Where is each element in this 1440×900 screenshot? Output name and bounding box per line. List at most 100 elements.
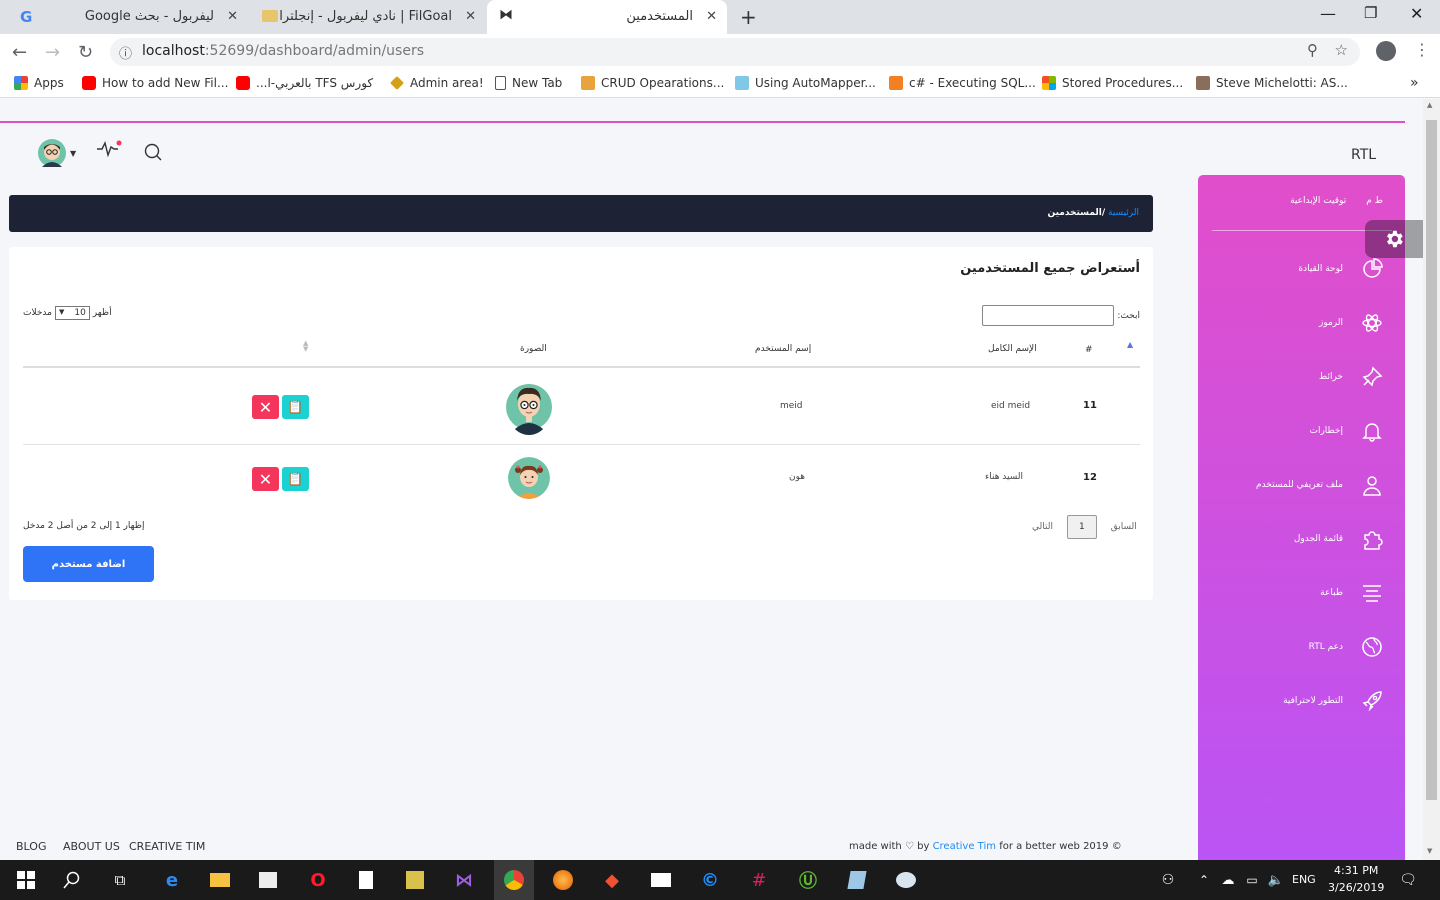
profile-icon[interactable]: [1376, 41, 1396, 61]
close-window-button[interactable]: ✕: [1410, 4, 1423, 23]
browser-tab-users[interactable]: ⧓ المستخدمين ✕: [487, 0, 727, 34]
bookmark-apps[interactable]: Apps: [14, 76, 64, 90]
edit-button[interactable]: 📋: [282, 395, 309, 419]
new-tab-button[interactable]: +: [740, 5, 757, 29]
info-icon: ⓘ: [119, 47, 133, 62]
add-user-button[interactable]: اضافة مستخدم: [23, 546, 154, 582]
pagination-next[interactable]: التالي: [1032, 522, 1053, 532]
fixed-plugin-toggle[interactable]: [1365, 220, 1423, 258]
bookmark-admin[interactable]: Admin area!: [390, 76, 484, 90]
sidebar-item-label: قائمة الجدول: [1293, 534, 1343, 544]
scroll-down-icon[interactable]: ▼: [1427, 847, 1432, 855]
user-menu-toggle[interactable]: ▼: [38, 139, 76, 167]
visual-studio-icon[interactable]: ⋈: [452, 868, 476, 892]
search-input[interactable]: [982, 305, 1115, 326]
footer-link-blog[interactable]: BLOG: [16, 840, 46, 853]
sidebar-item-world[interactable]: دعم RTL: [1309, 636, 1383, 658]
star-icon[interactable]: ☆: [1335, 41, 1348, 59]
microsoft-icon: [1042, 76, 1056, 90]
bookmark-automapper[interactable]: Using AutoMapper...: [735, 76, 876, 90]
reload-icon[interactable]: ↻: [78, 42, 93, 63]
clock-time[interactable]: 4:31 PM: [1334, 864, 1378, 877]
chevron-right-icon[interactable]: »: [1410, 75, 1419, 91]
chevron-up-icon[interactable]: ⌃: [1192, 868, 1216, 892]
delete-button[interactable]: ✕: [252, 467, 279, 491]
search-icon[interactable]: [143, 142, 163, 166]
close-icon[interactable]: ✕: [706, 9, 717, 24]
bookmark-sql[interactable]: c# - Executing SQL...: [889, 76, 1036, 90]
people-icon[interactable]: ⚇: [1156, 868, 1180, 892]
file-explorer-icon[interactable]: [208, 868, 232, 892]
scroll-up-icon[interactable]: ▲: [1427, 101, 1432, 109]
store-icon[interactable]: [256, 868, 280, 892]
scrollbar-thumb[interactable]: [1426, 120, 1437, 800]
notes-icon[interactable]: [845, 868, 869, 892]
notepad-icon[interactable]: [354, 868, 378, 892]
pagination-prev[interactable]: السابق: [1111, 522, 1137, 532]
clock-date[interactable]: 3/26/2019: [1328, 881, 1384, 894]
browser-tab-filgoal[interactable]: FilGoal | نادي ليفربول - إنجلترا ✕: [250, 0, 486, 34]
sidebar-item-chart-pie[interactable]: لوحة القيادة: [1298, 258, 1383, 280]
pagination-page[interactable]: 1: [1066, 515, 1097, 539]
bookmark-stored-procedures[interactable]: Stored Procedures...: [1042, 76, 1183, 90]
opera-icon[interactable]: O: [306, 868, 330, 892]
sidebar-item-atom[interactable]: الرموز: [1319, 312, 1383, 334]
browser-tab-google[interactable]: G ليفربول - بحث Google ✕: [8, 0, 248, 34]
task-view-icon[interactable]: ⧉: [108, 868, 132, 892]
column-header-username[interactable]: إسم المستخدم: [755, 344, 811, 354]
length-select[interactable]: ▼ 10: [54, 306, 90, 320]
back-icon[interactable]: ←: [12, 42, 27, 63]
sidebar-item-puzzle[interactable]: قائمة الجدول: [1294, 528, 1383, 550]
forward-icon[interactable]: →: [45, 42, 60, 63]
address-bar-row: ← → ↻ ⓘ localhost:52699/dashboard/admin/…: [0, 34, 1440, 70]
notifications-icon[interactable]: 🗨: [1396, 868, 1420, 892]
footer-link-about[interactable]: ABOUT US: [63, 840, 120, 853]
url-input[interactable]: ⓘ localhost:52699/dashboard/admin/users …: [110, 38, 1360, 66]
sort-both-icon[interactable]: ▲ ▼: [303, 340, 308, 353]
zoom-icon[interactable]: ⚲: [1307, 41, 1318, 59]
chart-pie-icon: [1363, 258, 1383, 278]
slack-icon[interactable]: #: [747, 868, 771, 892]
sort-asc-icon[interactable]: ▲: [1127, 340, 1133, 349]
windows-start-icon[interactable]: [14, 868, 38, 892]
column-header-id[interactable]: #: [1085, 345, 1093, 355]
search-icon[interactable]: [60, 868, 84, 892]
sidebar-logo[interactable]: ط م توقيت الإبداعية: [1290, 196, 1383, 206]
git-icon[interactable]: ◆: [600, 868, 624, 892]
copyright-link[interactable]: Creative Tim: [933, 841, 996, 852]
sidebar-item-rocket[interactable]: التطور لاحترافية: [1283, 690, 1383, 712]
cloud-icon[interactable]: ☁: [1216, 868, 1240, 892]
ccleaner-icon[interactable]: ©: [698, 868, 722, 892]
activity-icon[interactable]: [96, 139, 122, 163]
chrome-icon[interactable]: [494, 860, 534, 900]
close-icon[interactable]: ✕: [227, 9, 238, 24]
bookmark-newtab[interactable]: New Tab: [495, 76, 562, 90]
menu-icon[interactable]: ⋮: [1414, 40, 1430, 59]
sidebar-item-align-center[interactable]: طباعة: [1320, 582, 1383, 604]
footer-link-creative-tim[interactable]: CREATIVE TIM: [129, 840, 205, 853]
sidebar-item-bell[interactable]: إخطارات: [1309, 420, 1383, 442]
restore-button[interactable]: ❐: [1364, 4, 1377, 22]
edit-button[interactable]: 📋: [282, 467, 309, 491]
breadcrumb-home-link[interactable]: الرئيسية: [1108, 208, 1139, 218]
edge-icon[interactable]: e: [160, 868, 184, 892]
language-indicator[interactable]: ENG: [1292, 873, 1316, 886]
mail-icon[interactable]: [649, 868, 673, 892]
bookmark-youtube-2[interactable]: كورس TFS بالعربي-ا...: [236, 76, 373, 90]
sidebar-item-pin[interactable]: خرائط: [1319, 366, 1383, 388]
column-header-photo[interactable]: الصورة: [520, 344, 547, 354]
bookmark-youtube-1[interactable]: How to add New Fil...: [82, 76, 228, 90]
delete-button[interactable]: ✕: [252, 395, 279, 419]
ftp-icon[interactable]: [403, 868, 427, 892]
network-icon[interactable]: ▭: [1240, 868, 1264, 892]
bookmark-crud[interactable]: CRUD Opearations...: [581, 76, 724, 90]
close-icon[interactable]: ✕: [465, 9, 476, 24]
paint-icon[interactable]: [894, 868, 918, 892]
bookmark-steve[interactable]: Steve Michelotti: AS...: [1196, 76, 1348, 90]
volume-icon[interactable]: 🔈: [1264, 868, 1288, 892]
upwork-icon[interactable]: Ⓤ: [796, 868, 820, 892]
column-header-full-name[interactable]: الإسم الكامل: [988, 344, 1037, 354]
sidebar-item-user[interactable]: ملف تعريفي للمستخدم: [1256, 474, 1383, 496]
firefox-icon[interactable]: [551, 868, 575, 892]
minimize-button[interactable]: —: [1320, 4, 1336, 23]
